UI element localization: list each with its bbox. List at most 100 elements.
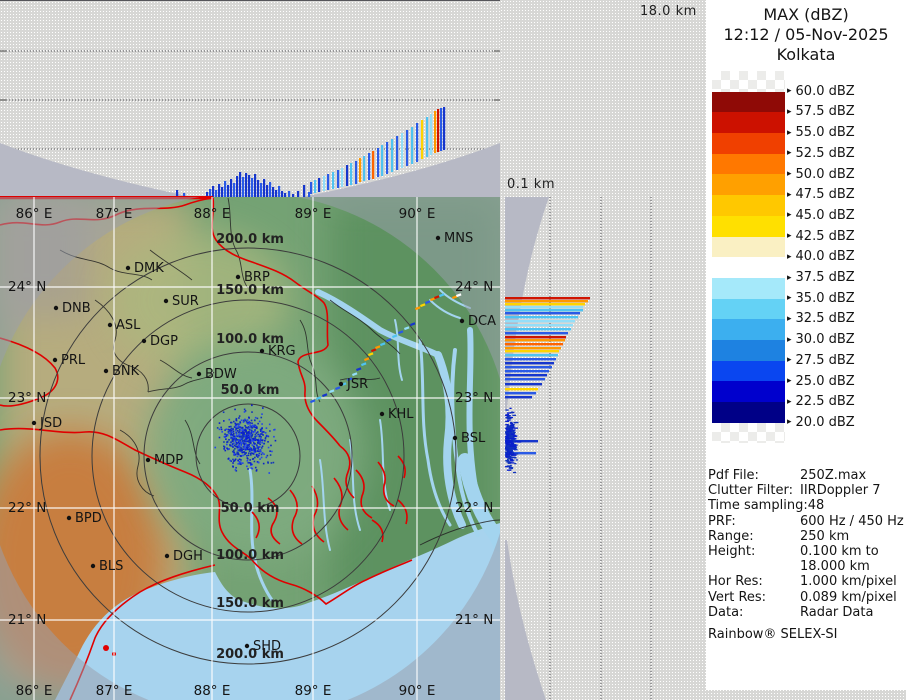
scale-band-checker <box>712 423 785 444</box>
ew-height-profile-panel <box>0 0 500 198</box>
height-gridlines <box>0 51 500 149</box>
city-label-MNS: MNS <box>444 231 473 246</box>
lat-label: 23° N <box>8 390 46 406</box>
metadata-row: Time sampling:48 <box>708 498 904 513</box>
city-label-MDP: MDP <box>154 453 183 468</box>
metadata-row: Vert Res:0.089 km/pixel <box>708 590 904 605</box>
color-scale <box>712 71 785 443</box>
metadata-row: PRF:600 Hz / 450 Hz <box>708 514 904 529</box>
scale-tick-label: ▸35.0 dBZ <box>787 291 902 306</box>
city-marker <box>53 358 57 362</box>
city-label-JSR: JSR <box>346 377 368 392</box>
city-marker <box>54 306 58 310</box>
metadata-value: 1.000 km/pixel <box>800 574 897 589</box>
city-label-DMK: DMK <box>134 261 164 276</box>
city-marker <box>380 412 384 416</box>
city-label-SHD: SHD <box>253 639 281 654</box>
scale-tick-label: ▸52.5 dBZ <box>787 146 902 161</box>
city-label-DGP: DGP <box>150 334 178 349</box>
city-label-KHL: KHL <box>388 407 414 422</box>
radar-app-window: 18.0 km 0.1 km <box>0 0 906 700</box>
lat-label: 23° N <box>455 390 493 406</box>
city-marker <box>197 372 201 376</box>
metadata-label: Range: <box>708 529 800 544</box>
height-scale-max-label: 18.0 km <box>640 4 697 19</box>
city-label-BNK: BNK <box>112 364 140 379</box>
metadata-row: Height:0.100 km to 18.000 km <box>708 544 904 574</box>
metadata-value: 0.100 km to 18.000 km <box>800 544 879 574</box>
city-marker <box>32 421 36 425</box>
tick-arrow-icon: ▸ <box>787 293 792 303</box>
city-label-BDW: BDW <box>205 367 237 382</box>
range-ring-label: 50.0 km <box>221 501 280 516</box>
lon-label: 88° E <box>194 683 231 699</box>
city-marker <box>164 299 168 303</box>
metadata-label: Vert Res: <box>708 590 800 605</box>
city-label-BRP: BRP <box>244 270 270 285</box>
scale-tick-label: ▸40.0 dBZ <box>787 249 902 264</box>
tick-arrow-icon: ▸ <box>787 148 792 158</box>
lat-label: 24° N <box>455 279 493 295</box>
metadata-row: Range:250 km <box>708 529 904 544</box>
metadata-label: Time sampling: <box>708 498 808 513</box>
lat-label: 24° N <box>8 279 46 295</box>
station-name: Kolkata <box>706 45 906 65</box>
scale-band <box>712 319 785 340</box>
metadata-label: Height: <box>708 544 800 574</box>
scale-band <box>712 195 785 216</box>
metadata-value: 250Z.max <box>800 468 866 483</box>
city-label-DNB: DNB <box>62 301 91 316</box>
city-label-PRL: PRL <box>61 353 86 368</box>
metadata-label: Data: <box>708 605 800 620</box>
tick-arrow-icon: ▸ <box>787 335 792 345</box>
tick-arrow-icon: ▸ <box>787 376 792 386</box>
scale-tick-label: ▸32.5 dBZ <box>787 311 902 326</box>
lon-label: 90° E <box>399 206 436 222</box>
lon-label: 87° E <box>96 206 133 222</box>
scale-band <box>712 340 785 361</box>
city-marker <box>245 644 249 648</box>
metadata-value: 250 km <box>800 529 849 544</box>
scale-tick-label: ▸30.0 dBZ <box>787 332 902 347</box>
city-marker <box>165 554 169 558</box>
city-label-KRG: KRG <box>268 344 296 359</box>
scale-band <box>712 92 785 113</box>
metadata-value: Radar Data <box>800 605 873 620</box>
city-marker <box>108 323 112 327</box>
city-label-BSL: BSL <box>461 431 486 446</box>
ns-profile-echoes <box>505 297 590 473</box>
lon-label: 86° E <box>16 683 53 699</box>
scale-tick-label: ▸60.0 dBZ <box>787 84 902 99</box>
metadata-value: 600 Hz / 450 Hz <box>800 514 904 529</box>
scale-tick-label: ▸45.0 dBZ <box>787 208 902 223</box>
range-ring-label: 150.0 km <box>216 283 284 298</box>
software-credit: Rainbow® SELEX-SI <box>708 627 904 642</box>
ew-profile-plot <box>0 1 500 198</box>
city-marker <box>67 516 71 520</box>
lon-label: 87° E <box>96 683 133 699</box>
city-marker <box>236 275 240 279</box>
tick-arrow-icon: ▸ <box>787 86 792 96</box>
radar-map-panel: 86° E86° E87° E87° E88° E88° E89° E89° E… <box>0 197 500 700</box>
height-scale-min-label: 0.1 km <box>507 177 555 192</box>
lon-label: 90° E <box>399 683 436 699</box>
city-label-DCA: DCA <box>468 314 496 329</box>
scale-band <box>712 361 785 382</box>
scale-tick-label: ▸57.5 dBZ <box>787 104 902 119</box>
lat-label: 22° N <box>455 500 493 516</box>
scale-band <box>712 381 785 402</box>
scale-band <box>712 278 785 299</box>
scale-tick-label: ▸25.0 dBZ <box>787 374 902 389</box>
scale-tick-label: ▸50.0 dBZ <box>787 167 902 182</box>
scale-band <box>712 154 785 175</box>
metadata-row: Hor Res:1.000 km/pixel <box>708 574 904 589</box>
scale-band-checker <box>712 71 785 92</box>
tick-arrow-icon: ▸ <box>787 107 792 117</box>
tick-arrow-icon: ▸ <box>787 190 792 200</box>
lat-label: 22° N <box>8 500 46 516</box>
tick-arrow-icon: ▸ <box>787 355 792 365</box>
lon-label: 89° E <box>295 206 332 222</box>
city-marker <box>260 349 264 353</box>
tick-arrow-icon: ▸ <box>787 397 792 407</box>
scale-tick-label: ▸27.5 dBZ <box>787 353 902 368</box>
